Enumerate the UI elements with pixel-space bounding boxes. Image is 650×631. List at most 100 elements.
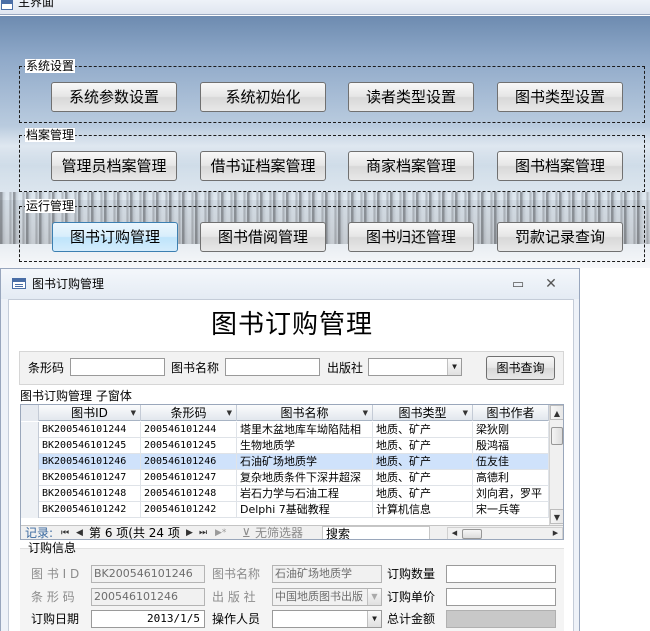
total-amount-label: 总计金额 — [387, 612, 436, 626]
minimize-icon[interactable]: ▭ — [511, 278, 525, 292]
order-window-titlebar[interactable]: 图书订购管理 ▭ ✕ — [1, 269, 579, 299]
scroll-left-icon[interactable]: ◀ — [448, 528, 461, 539]
cell-author[interactable]: 宋一兵等 — [473, 502, 549, 518]
table-row[interactable]: BK200546101245 200546101245 生物地质学 地质、矿产 殷鸿福 — [21, 438, 549, 454]
cell-book-name[interactable]: 石油矿场地质学 — [237, 454, 373, 470]
chevron-down-icon[interactable]: ▼ — [367, 611, 381, 627]
no-filter-indicator[interactable]: 无筛选器 — [255, 526, 303, 539]
scroll-up-icon[interactable]: ▲ — [550, 405, 563, 420]
quantity-field[interactable] — [446, 565, 556, 583]
row-selector[interactable] — [21, 438, 39, 454]
cell-book-name[interactable]: 塔里木盆地库车坳陷陆相 — [237, 422, 373, 438]
table-row[interactable]: BK200546101242 200546101242 Delphi 7基础教程 计算… — [21, 502, 549, 518]
cell-barcode[interactable]: 200546101246 — [141, 454, 237, 470]
select-all-corner[interactable] — [21, 405, 39, 421]
sort-arrow-icon[interactable]: ▼ — [131, 405, 136, 421]
new-record-icon[interactable]: ▶* — [215, 526, 226, 539]
sort-arrow-icon[interactable]: ▼ — [227, 405, 232, 421]
cell-book-id[interactable]: BK200546101244 — [39, 422, 141, 438]
group-archive-management: 档案管理 管理员档案管理 借书证档案管理 商家档案管理 图书档案管理 — [19, 128, 645, 192]
first-record-icon[interactable]: ⏮ — [61, 526, 69, 539]
cell-book-type[interactable]: 地质、矿产 — [373, 470, 473, 486]
cell-author[interactable]: 刘向君，罗平 — [473, 486, 549, 502]
column-header-author[interactable]: 图书作者 — [473, 405, 549, 421]
column-header-barcode[interactable]: 条形码 ▼ — [141, 405, 237, 421]
fine-query-button[interactable]: 罚款记录查询 — [497, 222, 623, 252]
cell-author[interactable]: 殷鸿福 — [473, 438, 549, 454]
barcode-field: 200546101246 — [91, 588, 205, 606]
cell-book-type[interactable]: 地质、矿产 — [373, 438, 473, 454]
book-id-field: BK200546101246 — [91, 565, 205, 583]
order-date-field[interactable]: 2013/1/5 — [91, 610, 205, 628]
book-order-button[interactable]: 图书订购管理 — [52, 222, 178, 252]
admin-archive-button[interactable]: 管理员档案管理 — [51, 151, 177, 181]
sort-arrow-icon[interactable]: ▼ — [463, 405, 468, 421]
cell-author[interactable]: 伍友佳 — [473, 454, 549, 470]
cell-book-name[interactable]: 生物地质学 — [237, 438, 373, 454]
book-return-button[interactable]: 图书归还管理 — [348, 222, 474, 252]
scrollbar-thumb[interactable] — [462, 529, 482, 539]
cell-barcode[interactable]: 200546101242 — [141, 502, 237, 518]
cell-book-id[interactable]: BK200546101245 — [39, 438, 141, 454]
record-position[interactable]: 第 6 项(共 24 项 — [89, 526, 180, 539]
chevron-down-icon[interactable]: ▼ — [447, 359, 461, 375]
scroll-right-icon[interactable]: ▶ — [549, 528, 562, 539]
cell-book-name[interactable]: Delphi 7基础教程 — [237, 502, 373, 518]
row-selector[interactable] — [21, 470, 39, 486]
book-type-button[interactable]: 图书类型设置 — [497, 82, 623, 112]
cell-book-type[interactable]: 计算机信息 — [373, 502, 473, 518]
column-header-book-type[interactable]: 图书类型 ▼ — [373, 405, 473, 421]
scroll-down-icon[interactable]: ▼ — [550, 509, 563, 524]
cell-book-id[interactable]: BK200546101242 — [39, 502, 141, 518]
book-order-window: 图书订购管理 ▭ ✕ 图书订购管理 条形码 图书名称 出版社 ▼ 图书查询 图书… — [0, 268, 580, 631]
column-header-book-name[interactable]: 图书名称 ▼ — [237, 405, 373, 421]
cell-book-type[interactable]: 地质、矿产 — [373, 486, 473, 502]
cell-book-name[interactable]: 复杂地质条件下深井超深 — [237, 470, 373, 486]
merchant-archive-button[interactable]: 商家档案管理 — [348, 151, 474, 181]
system-init-button[interactable]: 系统初始化 — [200, 82, 326, 112]
close-icon[interactable]: ✕ — [544, 277, 558, 291]
book-search-button[interactable]: 图书查询 — [486, 356, 555, 380]
next-record-icon[interactable]: ▶ — [186, 526, 193, 539]
cell-barcode[interactable]: 200546101244 — [141, 422, 237, 438]
cell-book-id[interactable]: BK200546101246 — [39, 454, 141, 470]
cell-author[interactable]: 梁狄刚 — [473, 422, 549, 438]
reader-type-button[interactable]: 读者类型设置 — [348, 82, 474, 112]
cell-author[interactable]: 高德利 — [473, 470, 549, 486]
row-selector[interactable] — [21, 486, 39, 502]
table-row[interactable]: BK200546101244 200546101244 塔里木盆地库车坳陷陆相 地质、… — [21, 422, 549, 438]
book-name-search-input[interactable] — [225, 358, 320, 376]
operator-combo[interactable]: ▼ — [272, 610, 382, 628]
column-header-book-id[interactable]: 图书ID ▼ — [39, 405, 141, 421]
horizontal-scrollbar[interactable]: ◀ ▶ — [447, 527, 563, 539]
price-field[interactable] — [446, 588, 556, 606]
cell-book-name[interactable]: 岩石力学与石油工程 — [237, 486, 373, 502]
book-archive-button[interactable]: 图书档案管理 — [497, 151, 623, 181]
cell-book-id[interactable]: BK200546101248 — [39, 486, 141, 502]
card-archive-button[interactable]: 借书证档案管理 — [200, 151, 326, 181]
row-selector[interactable] — [21, 502, 39, 518]
vertical-scrollbar[interactable]: ▲ ▼ — [549, 405, 563, 525]
table-row[interactable]: BK200546101246 200546101246 石油矿场地质学 地质、矿产 伍友… — [21, 454, 549, 470]
cell-barcode[interactable]: 200546101247 — [141, 470, 237, 486]
barcode-search-input[interactable] — [70, 358, 165, 376]
table-row[interactable]: BK200546101248 200546101248 岩石力学与石油工程 地质、矿产… — [21, 486, 549, 502]
system-params-button[interactable]: 系统参数设置 — [51, 82, 177, 112]
form-heading: 图书订购管理 — [210, 310, 373, 340]
previous-record-icon[interactable]: ◀ — [76, 526, 83, 539]
filter-icon[interactable]: ⊻ — [242, 526, 251, 539]
cell-book-type[interactable]: 地质、矿产 — [373, 422, 473, 438]
table-row[interactable]: BK200546101247 200546101247 复杂地质条件下深井超深 地质、… — [21, 470, 549, 486]
row-selector[interactable] — [21, 422, 39, 438]
publisher-search-combo[interactable]: ▼ — [368, 358, 462, 376]
book-borrow-button[interactable]: 图书借阅管理 — [200, 222, 326, 252]
cell-book-type[interactable]: 地质、矿产 — [373, 454, 473, 470]
cell-barcode[interactable]: 200546101248 — [141, 486, 237, 502]
datasheet-search-input[interactable]: 搜索 — [322, 526, 430, 539]
cell-barcode[interactable]: 200546101245 — [141, 438, 237, 454]
cell-book-id[interactable]: BK200546101247 — [39, 470, 141, 486]
row-selector[interactable] — [21, 454, 39, 470]
sort-arrow-icon[interactable]: ▼ — [363, 405, 368, 421]
scrollbar-thumb[interactable] — [551, 427, 563, 445]
last-record-icon[interactable]: ⏭ — [199, 526, 207, 539]
